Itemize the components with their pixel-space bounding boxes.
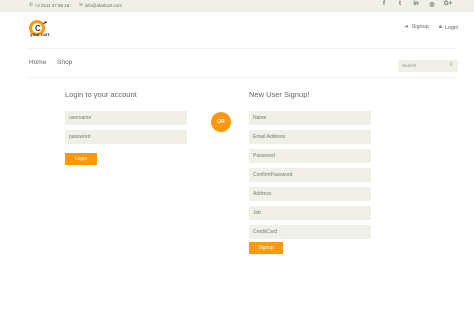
password-field[interactable] <box>65 130 187 144</box>
email-field[interactable] <box>249 130 371 144</box>
linkedin-icon[interactable]: in <box>412 1 420 7</box>
signin-arrow-icon: ➜ <box>404 24 409 30</box>
email-contact[interactable]: ✉ info@alatlcart.com <box>79 2 122 8</box>
signup-link[interactable]: ➜ Signup <box>404 24 429 30</box>
cart-logo-icon: C <box>29 20 47 36</box>
phone-icon: ✆ <box>29 2 33 7</box>
job-field[interactable] <box>249 206 371 220</box>
confirm-password-field[interactable] <box>249 168 371 182</box>
email-address: info@alatlcart.com <box>84 2 123 8</box>
facebook-icon[interactable]: f <box>380 1 388 7</box>
login-title: Login to your account <box>65 90 137 99</box>
header-divider <box>27 48 457 49</box>
dribbble-icon[interactable]: ◎ <box>428 1 436 8</box>
signup-title: New User Signup! <box>249 90 310 99</box>
phone-number: +2 0111 47 88 18 <box>34 2 70 8</box>
nav-home[interactable]: Home <box>29 59 46 66</box>
logo-wordmark: your cart <box>30 32 50 37</box>
login-button[interactable]: Login <box>65 153 97 165</box>
envelope-icon: ✉ <box>79 2 83 7</box>
login-link[interactable]: 🔒︎ Login <box>439 24 458 31</box>
or-separator: OR <box>211 112 231 132</box>
lock-icon: 🔒︎ <box>439 24 442 30</box>
search-icon: ⚲ <box>449 62 453 68</box>
search-placeholder: Search <box>402 63 417 68</box>
password-signup-field[interactable] <box>249 149 371 163</box>
search-input[interactable]: Search ⚲ <box>398 60 458 72</box>
google-plus-icon[interactable]: G+ <box>444 1 452 7</box>
address-field[interactable] <box>249 187 371 201</box>
signup-button[interactable]: Signup <box>249 242 283 254</box>
nav-shop[interactable]: Shop <box>57 59 72 66</box>
credit-card-field[interactable] <box>249 225 371 239</box>
top-bar: ✆ +2 0111 47 88 18 ✉ info@alatlcart.com … <box>0 0 474 12</box>
twitter-icon[interactable]: t <box>396 1 404 7</box>
username-field[interactable] <box>65 111 187 125</box>
phone-contact: ✆ +2 0111 47 88 18 <box>29 2 69 8</box>
name-field[interactable] <box>249 111 371 125</box>
nav-divider <box>27 77 457 78</box>
site-logo[interactable]: C your cart <box>27 18 53 44</box>
